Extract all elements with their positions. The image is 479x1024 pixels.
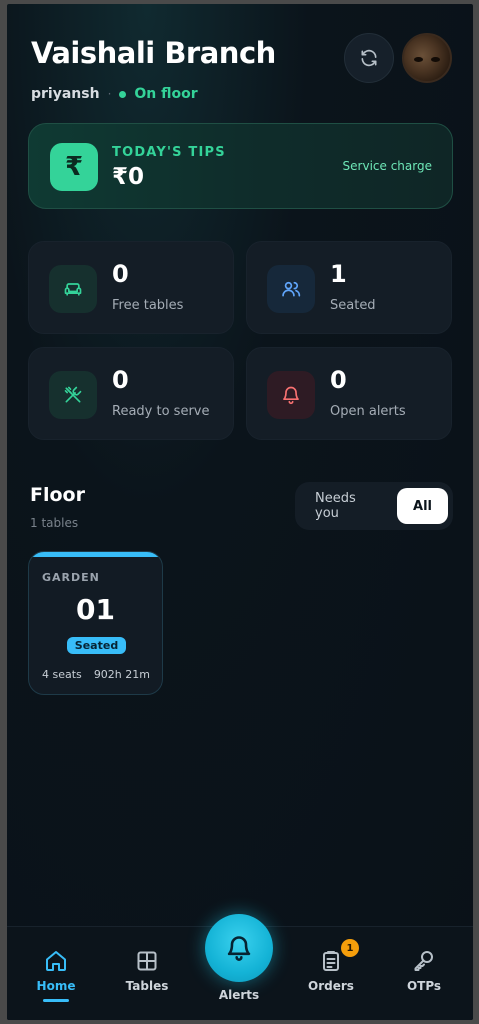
nav-home[interactable]: Home	[16, 947, 96, 1002]
table-number: 01	[76, 593, 115, 626]
status-dot	[119, 90, 127, 98]
sofa-icon	[49, 265, 97, 313]
app-screen: Vaishali Branch priyansh · On floor ₹ TO…	[7, 4, 473, 1020]
home-icon	[16, 947, 96, 975]
stat-open-alerts[interactable]: 0 Open alerts	[246, 347, 452, 440]
utensils-crossed-icon	[49, 371, 97, 419]
nav-label: Orders	[308, 979, 354, 993]
stat-value: 0	[112, 260, 129, 288]
filter-all[interactable]: All	[397, 488, 448, 524]
clipboard-icon: 1	[291, 939, 371, 975]
stat-label: Open alerts	[330, 404, 406, 419]
stat-label: Ready to serve	[112, 404, 210, 419]
refresh-icon	[361, 49, 377, 67]
users-icon	[267, 265, 315, 313]
table-card[interactable]: GARDEN 01 Seated 4 seats 902h 21m	[28, 551, 163, 695]
stat-label: Free tables	[112, 298, 184, 313]
floor-filter: Needs you All	[295, 482, 453, 530]
nav-label: OTPs	[406, 979, 442, 993]
nav-label: Home	[36, 979, 76, 993]
filter-needs-you[interactable]: Needs you	[300, 491, 397, 521]
nav-label: Tables	[125, 979, 169, 993]
page-title: Vaishali Branch	[31, 36, 276, 70]
rupee-icon: ₹	[50, 143, 98, 191]
header-subline: priyansh · On floor	[31, 86, 198, 102]
stat-seated[interactable]: 1 Seated	[246, 241, 452, 334]
stat-label: Seated	[330, 298, 376, 313]
tips-label: TODAY'S TIPS	[112, 145, 226, 160]
table-status-bar	[29, 552, 162, 557]
service-charge-label: Service charge	[342, 159, 432, 173]
nav-tables[interactable]: Tables	[107, 947, 187, 993]
orders-badge: 1	[341, 939, 359, 957]
stat-free-tables[interactable]: 0 Free tables	[28, 241, 234, 334]
grid-icon	[107, 947, 187, 975]
status-text: On floor	[134, 86, 198, 102]
table-zone: GARDEN	[42, 571, 100, 584]
alerts-label: Alerts	[218, 988, 260, 1002]
table-elapsed: 902h 21m	[93, 668, 150, 681]
alerts-button[interactable]	[205, 914, 273, 982]
avatar-eye-left	[414, 57, 423, 62]
stat-ready-to-serve[interactable]: 0 Ready to serve	[28, 347, 234, 440]
refresh-button[interactable]	[344, 33, 394, 83]
tips-value: ₹0	[112, 164, 145, 190]
avatar[interactable]	[402, 33, 452, 83]
active-indicator	[43, 999, 69, 1002]
bell-icon	[267, 371, 315, 419]
status-badge: Seated	[67, 637, 126, 654]
nav-otps[interactable]: OTPs	[384, 947, 464, 993]
separator: ·	[107, 87, 112, 101]
floor-title: Floor	[30, 484, 85, 506]
bell-icon	[227, 936, 251, 961]
floor-table-count: 1 tables	[30, 516, 79, 530]
avatar-eye-right	[431, 57, 440, 62]
nav-orders[interactable]: 1 Orders	[291, 939, 371, 993]
tips-card: ₹ TODAY'S TIPS ₹0 Service charge	[28, 123, 453, 209]
stat-value: 0	[112, 366, 129, 394]
key-icon	[384, 947, 464, 975]
table-seats: 4 seats	[42, 668, 82, 681]
stat-value: 1	[330, 260, 347, 288]
stat-value: 0	[330, 366, 347, 394]
username: priyansh	[31, 86, 100, 102]
